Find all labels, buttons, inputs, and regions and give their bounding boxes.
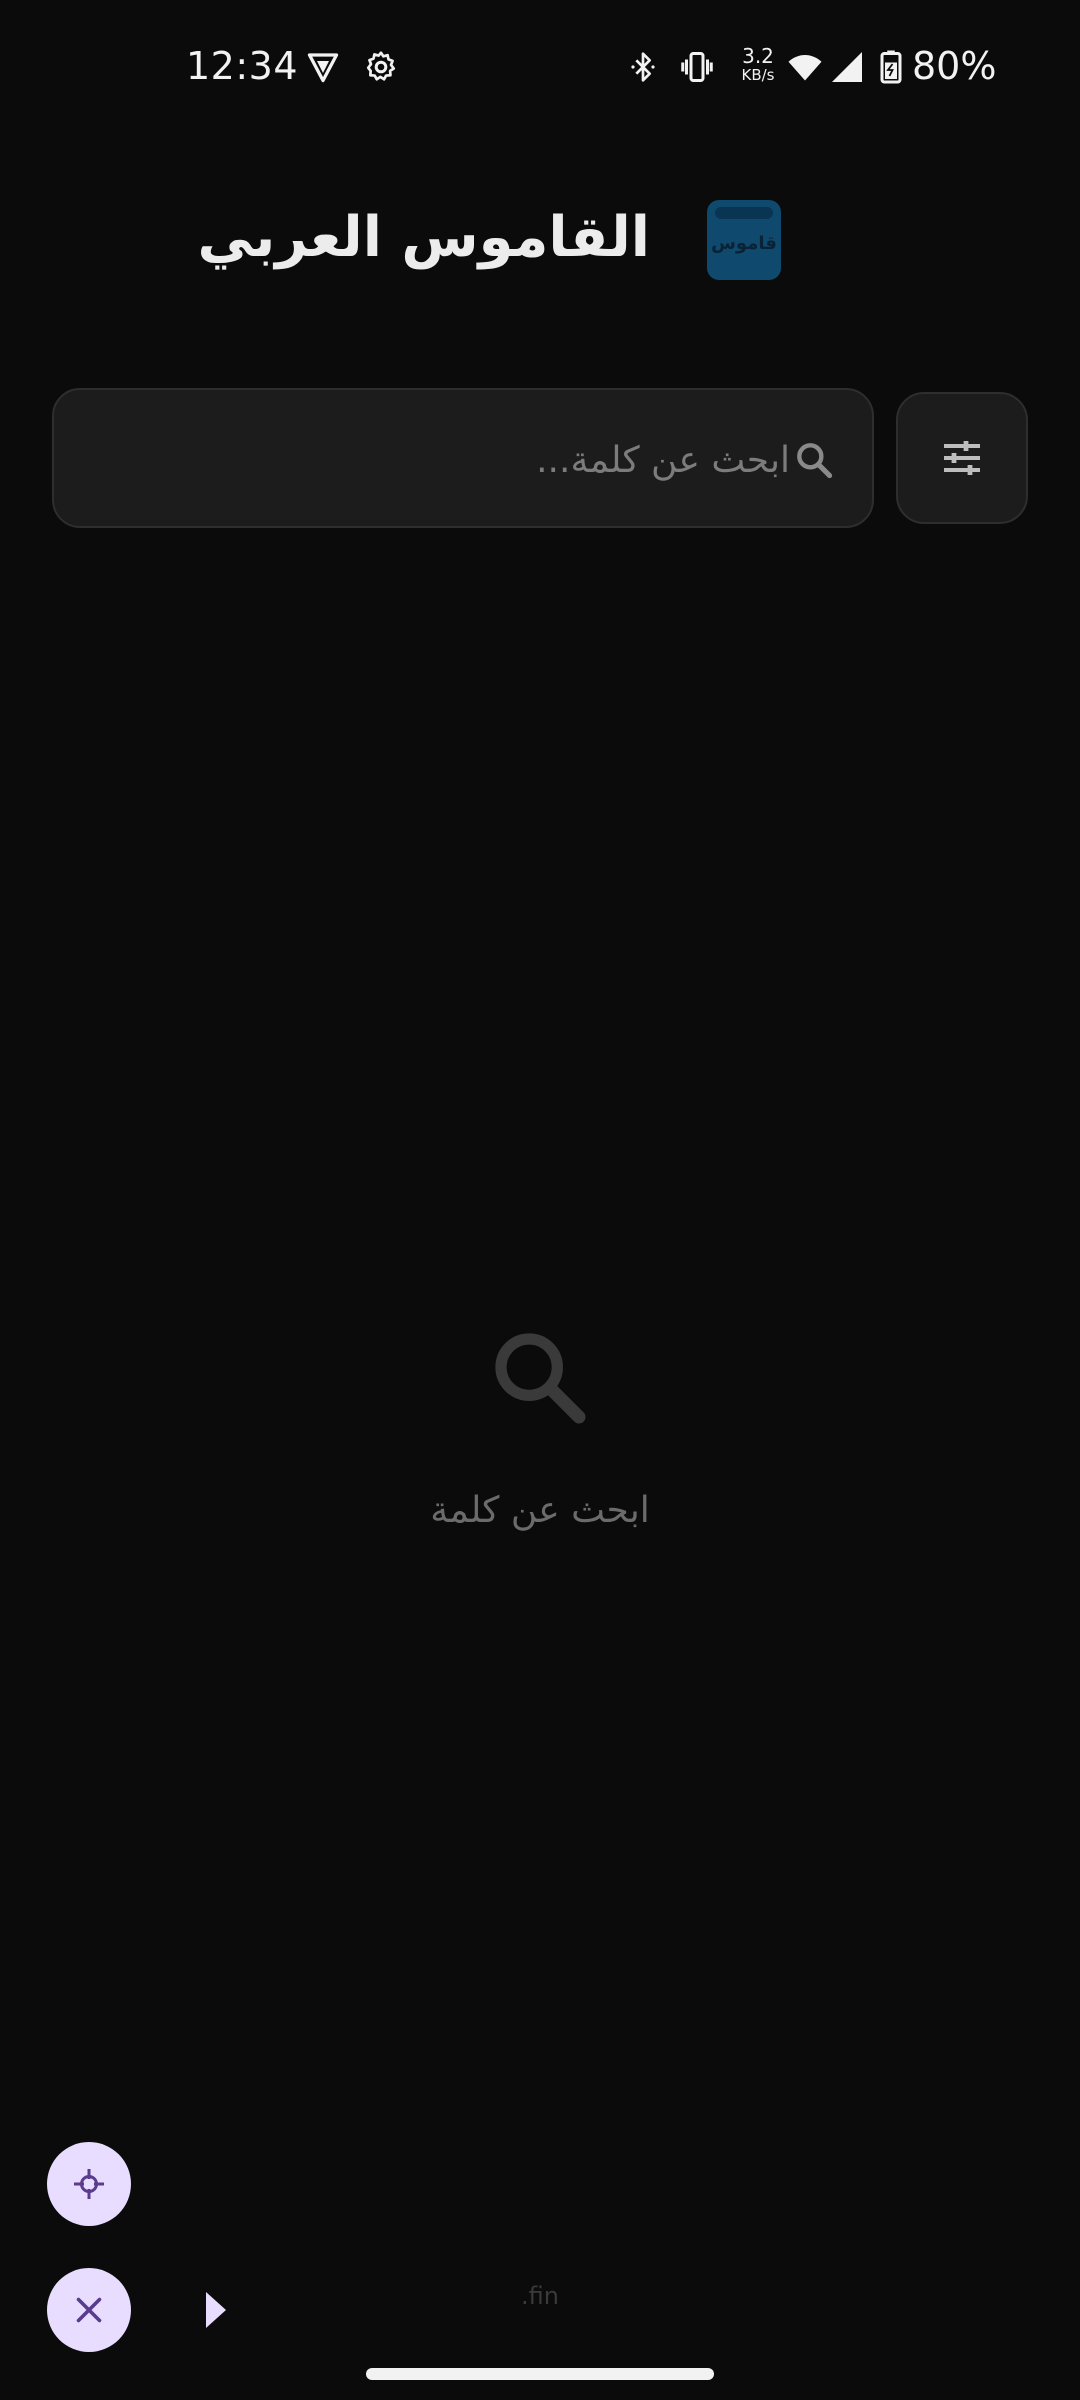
logo-text: قاموس <box>711 232 777 254</box>
app-title: القاموس العربي <box>197 205 650 270</box>
status-bar: 12:34 3.2 KB/s 80% <box>0 0 1080 130</box>
wifi-icon <box>786 48 824 86</box>
net-speed: 3.2 KB/s <box>736 46 780 83</box>
battery-percent: 80% <box>912 44 997 88</box>
close-button[interactable] <box>47 2268 131 2352</box>
crosshair-button[interactable] <box>47 2142 131 2226</box>
book-spine <box>715 207 773 219</box>
bluetooth-icon <box>624 48 662 86</box>
search-bar[interactable] <box>52 388 874 528</box>
net-speed-value: 3.2 <box>742 44 774 68</box>
cell-signal-icon <box>828 48 866 86</box>
search-icon[interactable] <box>792 438 836 482</box>
close-icon <box>76 2297 102 2323</box>
home-indicator[interactable] <box>366 2368 714 2380</box>
net-speed-unit: KB/s <box>741 66 775 84</box>
vibrate-icon <box>678 48 716 86</box>
search-input[interactable] <box>84 420 796 500</box>
settings-icon <box>362 48 400 86</box>
app-screen: 12:34 3.2 KB/s 80% القاموس العربي قاموس … <box>0 0 1080 2400</box>
play-arrow-icon[interactable] <box>204 2290 228 2330</box>
battery-icon <box>872 48 910 86</box>
vpn-icon <box>304 48 342 86</box>
status-time: 12:34 <box>186 44 299 88</box>
empty-state-message: ابحث عن كلمة <box>430 1490 650 1531</box>
footer-label: .fin <box>521 2282 559 2310</box>
crosshair-icon <box>74 2169 104 2199</box>
filter-button[interactable] <box>896 392 1028 524</box>
tune-icon <box>944 441 980 475</box>
app-logo: قاموس <box>707 200 781 280</box>
empty-search-icon <box>495 1333 586 1424</box>
